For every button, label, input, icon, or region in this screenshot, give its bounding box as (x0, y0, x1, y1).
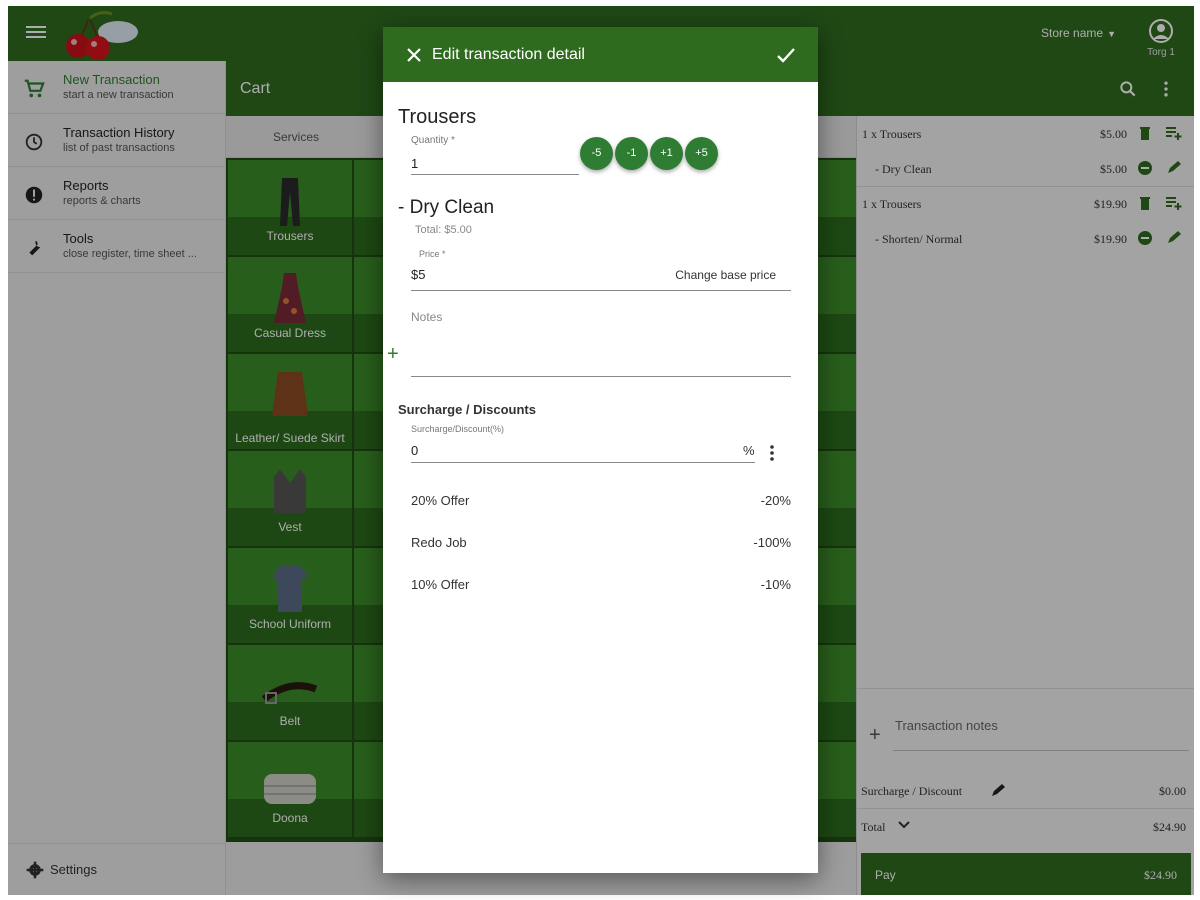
step-minus-5-button[interactable]: -5 (580, 137, 613, 170)
offer-name: 20% Offer (411, 493, 470, 508)
quantity-label: Quantity * (411, 135, 455, 146)
offer-value: -20% (760, 493, 791, 508)
notes-field[interactable] (411, 376, 791, 377)
change-base-price-button[interactable]: Change base price (675, 268, 776, 282)
notes-label: Notes (411, 310, 443, 324)
edit-transaction-dialog: Edit transaction detail Trousers Quantit… (383, 27, 818, 873)
percent-input[interactable] (411, 439, 755, 463)
dialog-title: Edit transaction detail (432, 46, 585, 63)
step-plus-5-button[interactable]: +5 (685, 137, 718, 170)
offer-option[interactable]: Redo Job -100% (411, 535, 791, 555)
quantity-input[interactable] (411, 153, 579, 175)
offer-value: -10% (760, 577, 791, 592)
add-note-icon[interactable]: + (387, 343, 399, 366)
offer-option[interactable]: 10% Offer -10% (411, 577, 791, 597)
price-input[interactable]: $5 (411, 267, 425, 282)
step-minus-1-button[interactable]: -1 (615, 137, 648, 170)
percent-label: Surcharge/Discount(%) (411, 424, 505, 434)
offer-value: -100% (753, 535, 791, 550)
price-label: Price * (419, 249, 446, 259)
check-icon[interactable] (776, 45, 796, 65)
service-name: - Dry Clean (398, 197, 495, 218)
step-plus-1-button[interactable]: +1 (650, 137, 683, 170)
offer-name: Redo Job (411, 535, 467, 550)
offer-option[interactable]: 20% Offer -20% (411, 493, 791, 513)
dialog-header: Edit transaction detail (383, 27, 818, 82)
offer-name: 10% Offer (411, 577, 470, 592)
close-icon[interactable] (405, 46, 423, 64)
surcharge-heading: Surcharge / Discounts (398, 402, 536, 417)
service-total: Total: $5.00 (415, 224, 472, 236)
percent-sign: % (743, 443, 755, 458)
more-vert-icon[interactable] (765, 443, 779, 463)
item-name: Trousers (398, 106, 477, 128)
